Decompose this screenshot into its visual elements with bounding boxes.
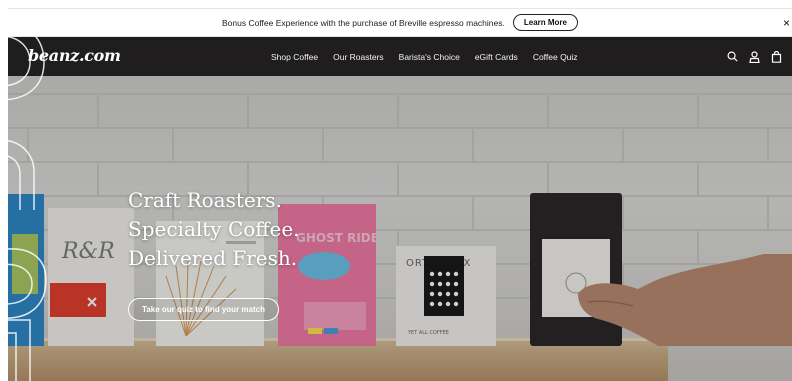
hero-overlay <box>8 76 792 381</box>
hero-banner: R&R GHOST RIDER ORTHODOX <box>8 76 792 381</box>
cart-icon[interactable] <box>770 50 782 63</box>
nav-item-coffee-quiz[interactable]: Coffee Quiz <box>533 52 578 62</box>
nav-item-shop-coffee[interactable]: Shop Coffee <box>271 52 318 62</box>
nav-icons <box>726 37 782 76</box>
account-icon[interactable] <box>748 50 760 63</box>
site-logo[interactable]: beanz.com <box>28 46 121 65</box>
search-icon[interactable] <box>726 51 738 63</box>
nav-item-egift-cards[interactable]: eGift Cards <box>475 52 518 62</box>
headline-line-1: Craft Roasters. <box>128 188 282 212</box>
take-quiz-button[interactable]: Take our quiz to find your match <box>128 298 279 321</box>
hero-headline: Craft Roasters. Specialty Coffee. Delive… <box>128 186 300 273</box>
nav-menu: Shop Coffee Our Roasters Barista's Choic… <box>271 37 578 76</box>
announcement-text: Bonus Coffee Experience with the purchas… <box>222 17 505 28</box>
page: Bonus Coffee Experience with the purchas… <box>8 8 792 381</box>
close-icon[interactable]: × <box>783 16 790 30</box>
announcement-bar: Bonus Coffee Experience with the purchas… <box>8 8 792 37</box>
nav-item-baristas-choice[interactable]: Barista's Choice <box>399 52 460 62</box>
headline-line-3: Delivered Fresh. <box>128 246 298 270</box>
main-nav: beanz.com Shop Coffee Our Roasters Baris… <box>8 37 792 76</box>
headline-line-2: Specialty Coffee. <box>128 217 300 241</box>
nav-item-our-roasters[interactable]: Our Roasters <box>333 52 384 62</box>
learn-more-button[interactable]: Learn More <box>512 14 578 31</box>
